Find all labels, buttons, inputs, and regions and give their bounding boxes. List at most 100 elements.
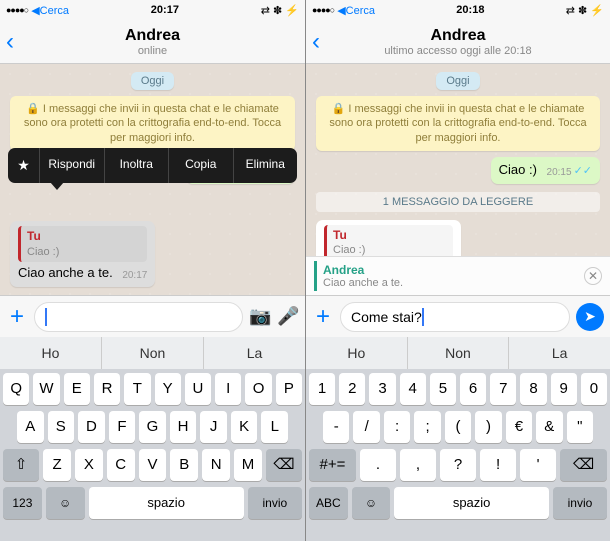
key[interactable]: H xyxy=(170,411,197,443)
message-input[interactable]: Come stai? xyxy=(340,302,570,332)
chat-header: ‹ Andrea online xyxy=(0,20,305,64)
encryption-notice[interactable]: 🔒 I messaggi che invii in questa chat e … xyxy=(316,96,600,151)
reply-banner: Andrea Ciao anche a te. ✕ xyxy=(306,256,610,295)
suggestion[interactable]: Non xyxy=(102,337,204,369)
back-button[interactable]: ‹ xyxy=(312,28,336,56)
key[interactable]: F xyxy=(109,411,136,443)
status-icons: ⇄ ✽ ⚡ xyxy=(261,4,299,17)
key[interactable]: ☺ xyxy=(352,487,391,519)
key[interactable]: K xyxy=(231,411,258,443)
suggestion-row: Ho Non La xyxy=(306,337,610,369)
key[interactable]: T xyxy=(124,373,150,405)
header-title-block[interactable]: Andrea online xyxy=(30,27,275,57)
key[interactable]: spazio xyxy=(394,487,549,519)
suggestion[interactable]: La xyxy=(204,337,305,369)
key[interactable]: 1 xyxy=(309,373,335,405)
menu-forward[interactable]: Inoltra xyxy=(105,148,170,183)
key[interactable]: 3 xyxy=(369,373,395,405)
key[interactable]: ? xyxy=(440,449,476,481)
key[interactable]: , xyxy=(400,449,436,481)
message-out[interactable]: Ciao :) 20:15✓✓ xyxy=(491,157,600,184)
key[interactable]: " xyxy=(567,411,593,443)
key[interactable]: spazio xyxy=(89,487,244,519)
message-input[interactable] xyxy=(34,302,243,332)
key[interactable]: I xyxy=(215,373,241,405)
encryption-notice[interactable]: 🔒 I messaggi che invii in questa chat e … xyxy=(10,96,295,151)
key[interactable]: 0 xyxy=(581,373,607,405)
key[interactable]: N xyxy=(202,449,230,481)
key[interactable]: 7 xyxy=(490,373,516,405)
menu-reply[interactable]: Rispondi xyxy=(40,148,105,183)
back-button[interactable]: ‹ xyxy=(6,28,30,56)
key[interactable]: 6 xyxy=(460,373,486,405)
key[interactable]: 123 xyxy=(3,487,42,519)
suggestion[interactable]: Non xyxy=(408,337,510,369)
key[interactable]: € xyxy=(506,411,532,443)
key[interactable]: 5 xyxy=(430,373,456,405)
key[interactable]: invio xyxy=(248,487,302,519)
key[interactable]: 8 xyxy=(520,373,546,405)
key[interactable]: ; xyxy=(414,411,440,443)
key[interactable]: #+= xyxy=(309,449,356,481)
key[interactable]: ABC xyxy=(309,487,348,519)
key[interactable]: W xyxy=(33,373,59,405)
quoted-reply: Tu Ciao :) xyxy=(324,225,453,256)
key[interactable]: X xyxy=(75,449,103,481)
key[interactable]: Z xyxy=(43,449,71,481)
key[interactable]: - xyxy=(323,411,349,443)
key[interactable]: ⇧ xyxy=(3,449,39,481)
message-in-selected[interactable]: Tu Ciao :) Ciao anche a te. 20:17 xyxy=(10,221,155,287)
attach-button[interactable]: + xyxy=(312,303,334,331)
key[interactable]: invio xyxy=(553,487,607,519)
menu-star[interactable]: ★ xyxy=(8,148,40,183)
back-to-search[interactable]: ◀Cerca xyxy=(337,4,375,17)
attach-button[interactable]: + xyxy=(6,303,28,331)
key[interactable]: Q xyxy=(3,373,29,405)
reply-to-name: Andrea xyxy=(323,263,578,277)
key[interactable]: ⌫ xyxy=(560,449,607,481)
key[interactable]: B xyxy=(170,449,198,481)
key[interactable]: ! xyxy=(480,449,516,481)
key[interactable]: ☺ xyxy=(46,487,85,519)
key[interactable]: 2 xyxy=(339,373,365,405)
reply-close-button[interactable]: ✕ xyxy=(584,267,602,285)
key[interactable]: P xyxy=(276,373,302,405)
header-title-block[interactable]: Andrea ultimo accesso oggi alle 20:18 xyxy=(336,27,580,57)
key[interactable]: M xyxy=(234,449,262,481)
key[interactable]: E xyxy=(64,373,90,405)
key[interactable]: / xyxy=(353,411,379,443)
back-to-search[interactable]: ◀Cerca xyxy=(31,4,69,17)
key[interactable]: ⌫ xyxy=(266,449,302,481)
camera-icon[interactable]: 📷 xyxy=(249,306,271,327)
key[interactable]: & xyxy=(536,411,562,443)
message-in[interactable]: Tu Ciao :) Ciao anche a te. 20:17 xyxy=(316,220,461,256)
key[interactable]: U xyxy=(185,373,211,405)
key[interactable]: V xyxy=(139,449,167,481)
menu-copy[interactable]: Copia xyxy=(169,148,234,183)
key[interactable]: S xyxy=(48,411,75,443)
key[interactable]: ) xyxy=(475,411,501,443)
key[interactable]: O xyxy=(245,373,271,405)
suggestion[interactable]: La xyxy=(509,337,610,369)
key[interactable]: ( xyxy=(445,411,471,443)
key[interactable]: D xyxy=(78,411,105,443)
key[interactable]: Y xyxy=(155,373,181,405)
key[interactable]: . xyxy=(360,449,396,481)
contact-name: Andrea xyxy=(30,27,275,45)
suggestion[interactable]: Ho xyxy=(306,337,408,369)
send-button[interactable]: ➤ xyxy=(576,303,604,331)
mic-icon[interactable]: 🎤 xyxy=(277,306,299,327)
key[interactable]: L xyxy=(261,411,288,443)
menu-delete[interactable]: Elimina xyxy=(234,148,298,183)
key[interactable]: R xyxy=(94,373,120,405)
key[interactable]: G xyxy=(139,411,166,443)
suggestion[interactable]: Ho xyxy=(0,337,102,369)
key[interactable]: ' xyxy=(520,449,556,481)
key[interactable]: : xyxy=(384,411,410,443)
key[interactable]: 9 xyxy=(551,373,577,405)
key[interactable]: J xyxy=(200,411,227,443)
day-label: Oggi xyxy=(436,72,479,90)
key[interactable]: A xyxy=(17,411,44,443)
key[interactable]: 4 xyxy=(400,373,426,405)
key[interactable]: C xyxy=(107,449,135,481)
